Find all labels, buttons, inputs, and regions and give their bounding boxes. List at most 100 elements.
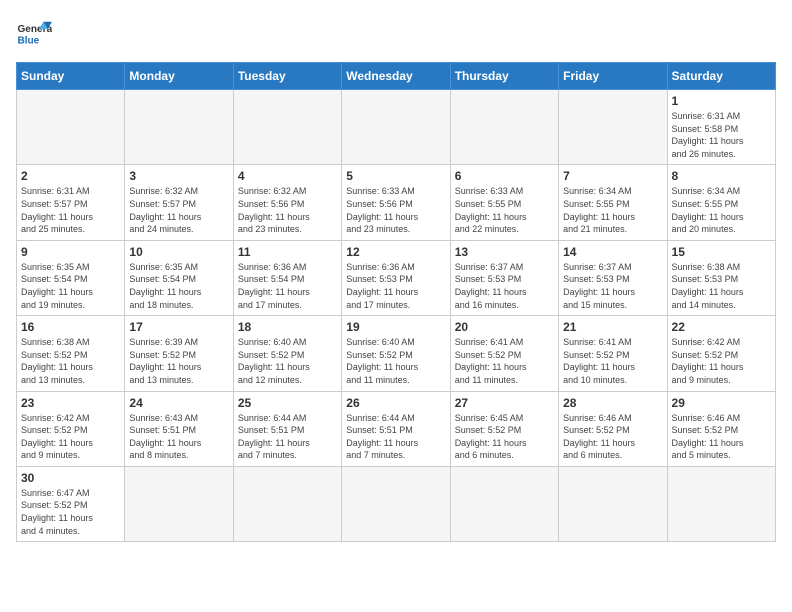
day-number: 20 (455, 320, 554, 334)
calendar-cell (342, 466, 450, 541)
calendar-cell: 23 Sunrise: 6:42 AM Sunset: 5:52 PM Dayli… (17, 391, 125, 466)
weekday-header-wednesday: Wednesday (342, 63, 450, 90)
day-number: 5 (346, 169, 445, 183)
calendar-cell: 13 Sunrise: 6:37 AM Sunset: 5:53 PM Dayli… (450, 240, 558, 315)
calendar-cell: 2 Sunrise: 6:31 AM Sunset: 5:57 PM Daylig… (17, 165, 125, 240)
day-info: Sunrise: 6:43 AM Sunset: 5:51 PM Dayligh… (129, 412, 228, 462)
day-info: Sunrise: 6:37 AM Sunset: 5:53 PM Dayligh… (455, 261, 554, 311)
calendar-cell: 25 Sunrise: 6:44 AM Sunset: 5:51 PM Dayli… (233, 391, 341, 466)
day-info: Sunrise: 6:31 AM Sunset: 5:58 PM Dayligh… (672, 110, 771, 160)
calendar-week-row: 23 Sunrise: 6:42 AM Sunset: 5:52 PM Dayli… (17, 391, 776, 466)
day-number: 22 (672, 320, 771, 334)
day-number: 2 (21, 169, 120, 183)
day-info: Sunrise: 6:36 AM Sunset: 5:53 PM Dayligh… (346, 261, 445, 311)
calendar-cell: 20 Sunrise: 6:41 AM Sunset: 5:52 PM Dayli… (450, 316, 558, 391)
day-info: Sunrise: 6:47 AM Sunset: 5:52 PM Dayligh… (21, 487, 120, 537)
day-number: 7 (563, 169, 662, 183)
day-number: 21 (563, 320, 662, 334)
day-number: 12 (346, 245, 445, 259)
day-number: 18 (238, 320, 337, 334)
calendar-cell (125, 90, 233, 165)
calendar-cell: 1 Sunrise: 6:31 AM Sunset: 5:58 PM Daylig… (667, 90, 775, 165)
svg-text:Blue: Blue (17, 35, 39, 46)
calendar-cell: 26Sunrise: 6:44 AM Sunset: 5:51 PM Dayli… (342, 391, 450, 466)
calendar-cell: 22 Sunrise: 6:42 AM Sunset: 5:52 PM Dayli… (667, 316, 775, 391)
calendar-cell (559, 466, 667, 541)
weekday-header-friday: Friday (559, 63, 667, 90)
day-number: 23 (21, 396, 120, 410)
weekday-header-monday: Monday (125, 63, 233, 90)
day-number: 15 (672, 245, 771, 259)
calendar-cell: 14 Sunrise: 6:37 AM Sunset: 5:53 PM Dayli… (559, 240, 667, 315)
day-info: Sunrise: 6:32 AM Sunset: 5:56 PM Dayligh… (238, 185, 337, 235)
calendar-cell (17, 90, 125, 165)
calendar-cell: 24 Sunrise: 6:43 AM Sunset: 5:51 PM Dayli… (125, 391, 233, 466)
calendar-cell: 19Sunrise: 6:40 AM Sunset: 5:52 PM Dayli… (342, 316, 450, 391)
weekday-header-thursday: Thursday (450, 63, 558, 90)
day-number: 4 (238, 169, 337, 183)
calendar-cell (450, 466, 558, 541)
calendar-cell: 16Sunrise: 6:38 AM Sunset: 5:52 PM Dayli… (17, 316, 125, 391)
day-info: Sunrise: 6:38 AM Sunset: 5:53 PM Dayligh… (672, 261, 771, 311)
calendar-week-row: 2 Sunrise: 6:31 AM Sunset: 5:57 PM Daylig… (17, 165, 776, 240)
weekday-header-tuesday: Tuesday (233, 63, 341, 90)
day-number: 27 (455, 396, 554, 410)
day-info: Sunrise: 6:40 AM Sunset: 5:52 PM Dayligh… (238, 336, 337, 386)
day-number: 10 (129, 245, 228, 259)
calendar-cell: 30 Sunrise: 6:47 AM Sunset: 5:52 PM Dayli… (17, 466, 125, 541)
day-number: 17 (129, 320, 228, 334)
day-info: Sunrise: 6:32 AM Sunset: 5:57 PM Dayligh… (129, 185, 228, 235)
day-info: Sunrise: 6:37 AM Sunset: 5:53 PM Dayligh… (563, 261, 662, 311)
calendar-cell (667, 466, 775, 541)
day-info: Sunrise: 6:44 AM Sunset: 5:51 PM Dayligh… (238, 412, 337, 462)
calendar-cell: 10Sunrise: 6:35 AM Sunset: 5:54 PM Dayli… (125, 240, 233, 315)
logo: General Blue (16, 16, 56, 52)
header: General Blue (16, 16, 776, 52)
day-number: 11 (238, 245, 337, 259)
calendar-week-row: 16Sunrise: 6:38 AM Sunset: 5:52 PM Dayli… (17, 316, 776, 391)
calendar-cell (342, 90, 450, 165)
day-number: 24 (129, 396, 228, 410)
calendar-cell: 11 Sunrise: 6:36 AM Sunset: 5:54 PM Dayli… (233, 240, 341, 315)
day-info: Sunrise: 6:42 AM Sunset: 5:52 PM Dayligh… (672, 336, 771, 386)
calendar-cell: 6Sunrise: 6:33 AM Sunset: 5:55 PM Daylig… (450, 165, 558, 240)
day-info: Sunrise: 6:46 AM Sunset: 5:52 PM Dayligh… (563, 412, 662, 462)
day-number: 14 (563, 245, 662, 259)
calendar-week-row: 1 Sunrise: 6:31 AM Sunset: 5:58 PM Daylig… (17, 90, 776, 165)
calendar-cell: 15 Sunrise: 6:38 AM Sunset: 5:53 PM Dayli… (667, 240, 775, 315)
calendar-cell (450, 90, 558, 165)
calendar-cell (233, 466, 341, 541)
day-info: Sunrise: 6:31 AM Sunset: 5:57 PM Dayligh… (21, 185, 120, 235)
day-number: 13 (455, 245, 554, 259)
day-number: 8 (672, 169, 771, 183)
day-info: Sunrise: 6:41 AM Sunset: 5:52 PM Dayligh… (563, 336, 662, 386)
calendar-cell (233, 90, 341, 165)
day-info: Sunrise: 6:42 AM Sunset: 5:52 PM Dayligh… (21, 412, 120, 462)
calendar-cell: 18 Sunrise: 6:40 AM Sunset: 5:52 PM Dayli… (233, 316, 341, 391)
weekday-header-row: SundayMondayTuesdayWednesdayThursdayFrid… (17, 63, 776, 90)
day-info: Sunrise: 6:36 AM Sunset: 5:54 PM Dayligh… (238, 261, 337, 311)
day-number: 25 (238, 396, 337, 410)
calendar-week-row: 9Sunrise: 6:35 AM Sunset: 5:54 PM Daylig… (17, 240, 776, 315)
day-info: Sunrise: 6:34 AM Sunset: 5:55 PM Dayligh… (672, 185, 771, 235)
calendar-cell: 27 Sunrise: 6:45 AM Sunset: 5:52 PM Dayli… (450, 391, 558, 466)
day-info: Sunrise: 6:41 AM Sunset: 5:52 PM Dayligh… (455, 336, 554, 386)
calendar-cell: 7Sunrise: 6:34 AM Sunset: 5:55 PM Daylig… (559, 165, 667, 240)
calendar-cell: 28 Sunrise: 6:46 AM Sunset: 5:52 PM Dayli… (559, 391, 667, 466)
day-number: 26 (346, 396, 445, 410)
calendar-cell: 12 Sunrise: 6:36 AM Sunset: 5:53 PM Dayli… (342, 240, 450, 315)
day-info: Sunrise: 6:40 AM Sunset: 5:52 PM Dayligh… (346, 336, 445, 386)
day-number: 28 (563, 396, 662, 410)
day-number: 30 (21, 471, 120, 485)
calendar-cell (559, 90, 667, 165)
logo-icon: General Blue (16, 16, 52, 52)
day-info: Sunrise: 6:45 AM Sunset: 5:52 PM Dayligh… (455, 412, 554, 462)
day-number: 3 (129, 169, 228, 183)
calendar-cell: 17Sunrise: 6:39 AM Sunset: 5:52 PM Dayli… (125, 316, 233, 391)
day-number: 1 (672, 94, 771, 108)
day-number: 9 (21, 245, 120, 259)
day-number: 16 (21, 320, 120, 334)
calendar-cell: 5Sunrise: 6:33 AM Sunset: 5:56 PM Daylig… (342, 165, 450, 240)
day-number: 29 (672, 396, 771, 410)
calendar-cell (125, 466, 233, 541)
